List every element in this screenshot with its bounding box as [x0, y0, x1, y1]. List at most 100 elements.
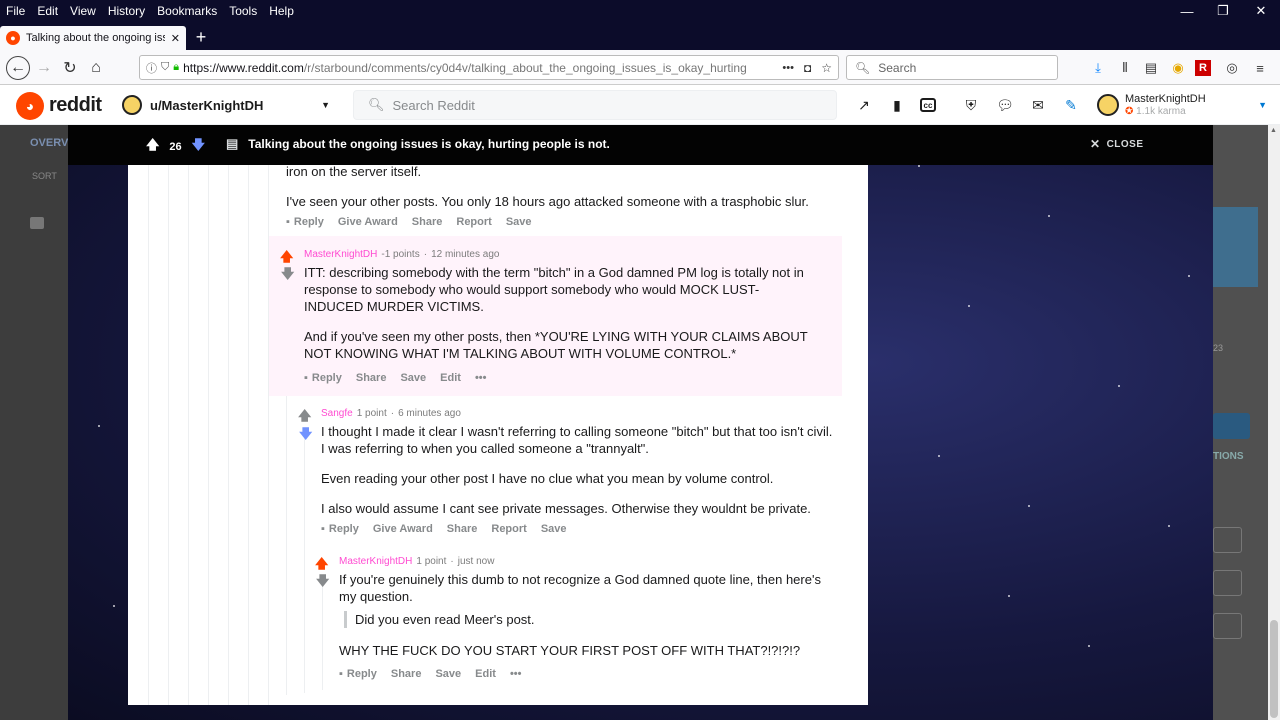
restore-button[interactable]: ❐	[1206, 0, 1240, 22]
comment-time[interactable]: 6 minutes ago	[398, 408, 461, 419]
bookmark-star-icon[interactable]: ☆	[821, 61, 838, 75]
downloads-icon[interactable]: ⤓	[1088, 58, 1108, 78]
comment-points: -1 points	[381, 249, 420, 260]
reload-icon[interactable]: ↻	[60, 58, 80, 78]
reddit-logo-icon[interactable]: ◕	[16, 92, 44, 120]
reply-button[interactable]: ▪ Reply	[339, 668, 377, 680]
downvote-icon[interactable]: 🡇	[316, 572, 329, 594]
chat-icon[interactable]: 💬︎	[995, 96, 1015, 114]
post-text-icon: ▤	[226, 136, 239, 151]
extension-r-icon[interactable]: R	[1195, 60, 1211, 76]
downvote-icon[interactable]: 🡇	[192, 136, 205, 158]
reply-button[interactable]: ▪ Reply	[286, 216, 324, 228]
menu-bookmarks[interactable]: Bookmarks	[151, 3, 223, 19]
downvote-icon[interactable]: 🡇	[281, 265, 294, 287]
reply-button[interactable]: ▪ Reply	[304, 372, 342, 384]
window-close-button[interactable]: ✕	[1244, 0, 1278, 22]
browser-search-placeholder: Search	[878, 60, 917, 75]
save-button[interactable]: Save	[435, 668, 461, 680]
thread-line	[248, 165, 249, 705]
comment-text: WHY THE FUCK DO YOU START YOUR FIRST POS…	[339, 643, 801, 658]
comment-time[interactable]: 12 minutes ago	[431, 249, 499, 260]
edit-button[interactable]: Edit	[440, 372, 461, 384]
user-karma: ✪ 1.1k karma	[1125, 106, 1186, 117]
edit-button[interactable]: Edit	[475, 668, 496, 680]
pocket-icon[interactable]: ◘	[804, 61, 817, 75]
comment-meta: MasterKnightDH 1 point · just now	[339, 556, 494, 567]
library-icon[interactable]: ⫴	[1115, 58, 1135, 78]
sidebar-icon[interactable]: ▤	[1141, 58, 1161, 78]
comment-author[interactable]: MasterKnightDH	[304, 249, 377, 260]
stats-icon[interactable]: ▮	[887, 96, 907, 114]
captions-icon[interactable]: cc	[920, 98, 936, 112]
more-options-icon[interactable]: •••	[510, 668, 522, 680]
account-icon[interactable]: ◎	[1222, 58, 1242, 78]
menu-icon[interactable]: ≡	[1250, 58, 1270, 78]
reply-icon: ▪	[286, 216, 290, 228]
tab-active[interactable]: ● Talking about the ongoing issu ✕	[0, 26, 186, 50]
save-button[interactable]: Save	[506, 216, 532, 228]
community-dropdown[interactable]: u/MasterKnightDH ▼	[122, 94, 330, 116]
community-name: u/MasterKnightDH	[150, 97, 264, 113]
menu-tools[interactable]: Tools	[223, 3, 263, 19]
trending-icon[interactable]: ↗	[854, 96, 874, 114]
back-icon[interactable]: ←	[6, 56, 30, 80]
bg-comment-icon	[30, 217, 44, 229]
save-button[interactable]: Save	[400, 372, 426, 384]
report-button[interactable]: Report	[456, 216, 491, 228]
comment-actions: ▪ Reply Share Save Edit •••	[304, 372, 487, 384]
menu-edit[interactable]: Edit	[31, 3, 64, 19]
reddit-wordmark[interactable]: reddit	[49, 94, 102, 117]
downvote-icon[interactable]: 🡇	[299, 425, 312, 447]
close-icon: ✕	[1090, 137, 1101, 151]
comment-time[interactable]: just now	[458, 556, 495, 567]
menu-help[interactable]: Help	[263, 3, 300, 19]
url-text[interactable]: https://www.reddit.com/r/starbound/comme…	[183, 61, 772, 75]
user-menu[interactable]: MasterKnightDH ✪ 1.1k karma ▼	[1097, 90, 1267, 120]
reply-button[interactable]: ▪ Reply	[321, 523, 359, 535]
search-icon: 🔍︎	[855, 60, 871, 75]
tab-close-icon[interactable]: ✕	[171, 32, 180, 45]
browser-search-box[interactable]: 🔍︎ Search	[846, 55, 1058, 80]
save-button[interactable]: Save	[541, 523, 567, 535]
share-button[interactable]: Share	[447, 523, 478, 535]
comment-text: I also would assume I cant see private m…	[321, 501, 811, 516]
page-actions-icon[interactable]: •••	[776, 62, 800, 74]
bg-overview-tab: OVERV	[30, 137, 69, 149]
minimize-button[interactable]: —	[1170, 0, 1204, 22]
new-tab-button[interactable]: +	[190, 26, 212, 48]
url-bar[interactable]: ⓘ ⛉ 🔒︎ https://www.reddit.com/r/starboun…	[139, 55, 839, 80]
comment-quote: Did you even read Meer's post.	[344, 611, 535, 628]
report-button[interactable]: Report	[491, 523, 526, 535]
tab-title: Talking about the ongoing issu	[26, 32, 165, 44]
mail-icon[interactable]: ✉	[1028, 96, 1048, 114]
create-post-icon[interactable]: ✎	[1061, 96, 1081, 114]
give-award-button[interactable]: Give Award	[373, 523, 433, 535]
reddit-search-input[interactable]: 🔍︎ Search Reddit	[353, 90, 837, 120]
tracking-shield-icon[interactable]: ⛉	[161, 61, 169, 74]
home-icon[interactable]: ⌂	[86, 58, 106, 78]
comment-text: If you're genuinely this dumb to not rec…	[339, 572, 821, 604]
comment-author[interactable]: Sangfe	[321, 408, 353, 419]
scrollbar-thumb[interactable]	[1270, 620, 1278, 718]
more-options-icon[interactable]: •••	[475, 372, 487, 384]
shield-icon[interactable]: ⛨	[961, 96, 981, 114]
share-button[interactable]: Share	[356, 372, 387, 384]
extension-icon[interactable]: ◉	[1168, 58, 1188, 78]
info-icon[interactable]: ⓘ	[146, 60, 157, 76]
share-button[interactable]: Share	[412, 216, 443, 228]
menu-history[interactable]: History	[102, 3, 151, 19]
close-overlay-button[interactable]: ✕ CLOSE	[1090, 137, 1144, 151]
menu-view[interactable]: View	[64, 3, 102, 19]
close-label: CLOSE	[1106, 138, 1144, 150]
bg-options-label: TIONS	[1213, 451, 1244, 462]
menu-file[interactable]: File	[0, 3, 31, 19]
upvote-icon[interactable]: 🡅	[146, 136, 159, 158]
thread-line	[304, 433, 305, 693]
share-button[interactable]: Share	[391, 668, 422, 680]
comment-author[interactable]: MasterKnightDH	[339, 556, 412, 567]
give-award-button[interactable]: Give Award	[338, 216, 398, 228]
forward-icon[interactable]: →	[34, 58, 54, 78]
scroll-up-icon[interactable]: ▲	[1270, 127, 1277, 134]
meta-separator: ·	[390, 408, 395, 419]
